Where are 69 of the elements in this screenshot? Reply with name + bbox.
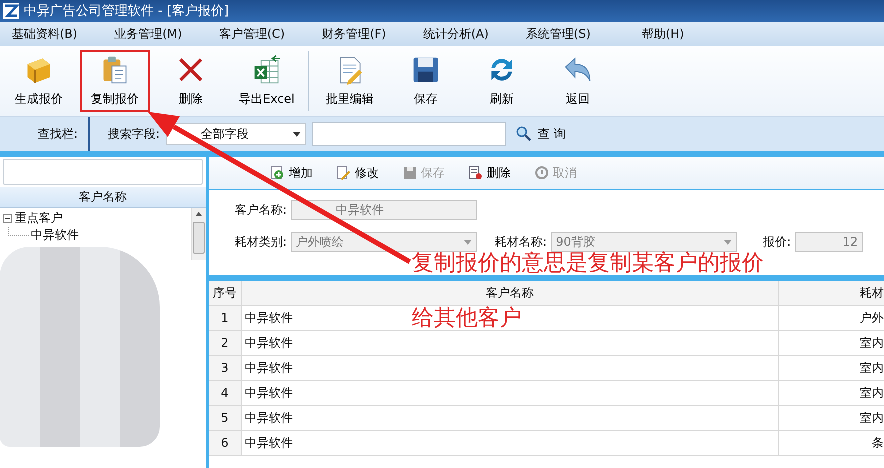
filter-input-field[interactable]	[3, 159, 203, 185]
category-dropdown[interactable]: 户外喷绘	[291, 232, 478, 252]
row-number: 5	[209, 406, 242, 430]
annotation-text: 给其他客户	[412, 307, 522, 331]
table-cell-text: 条	[871, 434, 884, 452]
toolbar-button[interactable]: 复制报价	[80, 50, 150, 112]
search-input-field[interactable]	[312, 122, 506, 146]
scrollbar[interactable]	[191, 208, 206, 260]
toolbar-button[interactable]: 删除	[156, 50, 226, 112]
caret-icon	[293, 132, 302, 136]
table-cell-text: 室内	[859, 410, 884, 426]
field-label: 报价:	[763, 234, 792, 250]
caret-icon	[724, 240, 732, 244]
annotation-text: 复制报价的意思是复制某客户的报价	[412, 252, 764, 276]
column-header[interactable]: 耗材	[779, 281, 884, 305]
table-cell-text: 户外	[859, 310, 884, 326]
add-icon	[271, 166, 285, 180]
table-cell: 中异软件	[242, 406, 779, 430]
search-field-label: 搜索字段:	[108, 126, 160, 142]
tree-item[interactable]: 重点客户	[15, 210, 63, 227]
document-delete-icon	[469, 166, 483, 180]
toolbar-button[interactable]: 生成报价	[4, 50, 74, 112]
field-label: 耗材名称:	[495, 234, 548, 250]
search-bar-label: 查找栏:	[38, 126, 78, 142]
field-label: 客户名称:	[235, 202, 288, 218]
toolbar-button[interactable]: 修改	[337, 164, 379, 182]
toolbar-button[interactable]: 删除	[469, 164, 511, 182]
row-number: 1	[209, 306, 242, 330]
table-cell: 中异软件	[242, 431, 779, 455]
menu-item[interactable]: 基础资料(B)	[12, 26, 78, 42]
toolbar-button[interactable]: 批里编辑	[315, 50, 385, 112]
table-cell-text: 室内	[859, 334, 884, 352]
table-cell-text: 室内	[859, 384, 884, 402]
row-number: 4	[209, 381, 242, 405]
toolbar-button[interactable]: 返回	[543, 50, 613, 112]
row-number: 6	[209, 431, 242, 455]
toolbar-button[interactable]: 增加	[271, 164, 313, 182]
column-header[interactable]: 客户名称	[242, 281, 779, 305]
material-dropdown[interactable]: 90背胶	[551, 232, 738, 252]
menu-item[interactable]: 财务管理(F)	[322, 26, 386, 42]
row-number: 3	[209, 356, 242, 380]
menu-item[interactable]: 业务管理(M)	[114, 26, 182, 42]
menu-item[interactable]: 系统管理(S)	[526, 26, 591, 42]
field-dropdown[interactable]: 全部字段	[166, 123, 306, 145]
menu-item[interactable]: 帮助(H)	[642, 26, 684, 42]
table-cell: 中异软件	[242, 381, 779, 405]
toolbar-button[interactable]: 刷新	[467, 50, 537, 112]
search-icon	[516, 126, 532, 142]
table-cell-text: 室内	[859, 360, 884, 376]
price-field[interactable]: 12	[795, 232, 864, 252]
spreadsheet-icon	[252, 54, 282, 84]
collapse-icon[interactable]	[3, 214, 12, 223]
window-title: 中异广告公司管理软件 - [客户报价]	[24, 3, 230, 20]
table-cell: 中异软件	[242, 356, 779, 380]
document-pencil-icon	[337, 166, 351, 180]
customer-name-field[interactable]: 中异软件	[291, 200, 478, 220]
tree-item[interactable]: 中异软件	[31, 227, 79, 244]
search-button[interactable]: 查 询	[512, 126, 570, 142]
field-label: 耗材类别:	[235, 234, 288, 250]
caret-icon	[464, 240, 472, 244]
table-cell: 中异软件	[242, 331, 779, 355]
row-number: 2	[209, 331, 242, 355]
column-header: 客户名称	[0, 187, 206, 208]
toolbar-button[interactable]: 导出Excel	[232, 50, 302, 112]
menu-item[interactable]: 统计分析(A)	[423, 26, 489, 42]
app-logo-icon	[3, 3, 19, 19]
toolbar-button[interactable]: 保存	[391, 50, 461, 112]
cancel-icon	[535, 166, 549, 180]
menu-item[interactable]: 客户管理(C)	[219, 26, 286, 42]
